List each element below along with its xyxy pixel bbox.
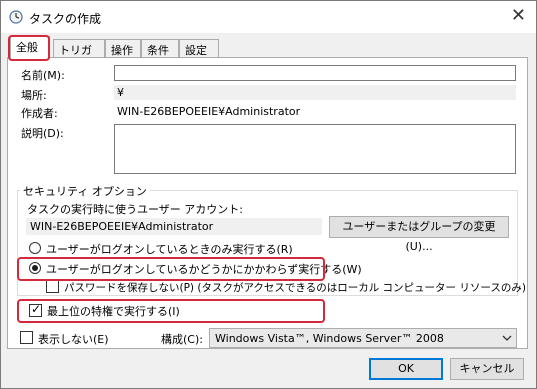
checkbox-hidden[interactable] <box>20 331 33 344</box>
run-whether-logged-on-highlight <box>17 257 325 281</box>
location-field <box>114 85 516 100</box>
location-label: 場所: <box>21 89 47 102</box>
security-options-title: セキュリティ オプション <box>20 183 150 199</box>
checkbox-do-not-store-password-label: パスワードを保存しない(P) (タスクがアクセスできるのはローカル コンピュータ… <box>64 282 526 294</box>
tab-strip: 全般 トリガー 操作 条件 設定 <box>7 36 530 73</box>
account-label: タスクの実行時に使うユーザー アカウント: <box>27 203 243 216</box>
create-task-dialog: タスクの作成 ✕ 全般 トリガー 操作 条件 設定 名前(M): 場所: ¥ 作… <box>0 0 537 389</box>
account-value: WIN-E26BEPOEEIE¥Administrator <box>30 220 214 233</box>
cancel-button[interactable]: キャンセル <box>450 358 524 380</box>
radio-run-when-logged-on[interactable] <box>29 242 41 254</box>
tab-actions[interactable]: 操作 <box>105 39 141 58</box>
tab-triggers[interactable]: トリガー <box>53 39 105 73</box>
author-label: 作成者: <box>21 107 58 120</box>
name-input[interactable] <box>114 65 516 81</box>
radio-run-when-logged-on-label: ユーザーがログオンしているときのみ実行する(R) <box>46 243 293 256</box>
configure-label: 構成(C): <box>161 333 203 346</box>
author-value: WIN-E26BEPOEEIE¥Administrator <box>117 105 301 118</box>
location-value: ¥ <box>117 86 124 99</box>
ok-button[interactable]: OK <box>369 358 443 380</box>
change-user-button[interactable]: ユーザーまたはグループの変更(U)... <box>329 216 509 253</box>
clock-icon <box>9 10 23 24</box>
description-label: 説明(D): <box>21 127 64 140</box>
tab-general-highlight <box>8 35 50 61</box>
name-label: 名前(M): <box>21 69 65 82</box>
close-icon[interactable]: ✕ <box>511 6 526 26</box>
tab-settings[interactable]: 設定 <box>179 39 219 58</box>
description-textarea[interactable] <box>114 124 516 174</box>
checkbox-do-not-store-password[interactable] <box>46 280 59 293</box>
title-bar: タスクの作成 ✕ <box>1 1 536 33</box>
checkbox-hidden-label: 表示しない(E) <box>38 333 109 346</box>
chevron-down-icon <box>502 335 512 341</box>
highest-privileges-highlight <box>17 299 325 323</box>
tab-conditions[interactable]: 条件 <box>141 39 179 58</box>
configure-select[interactable]: Windows Vista™, Windows Server™ 2008 <box>209 328 517 348</box>
window-title: タスクの作成 <box>29 12 102 26</box>
configure-select-value: Windows Vista™, Windows Server™ 2008 <box>215 332 444 345</box>
